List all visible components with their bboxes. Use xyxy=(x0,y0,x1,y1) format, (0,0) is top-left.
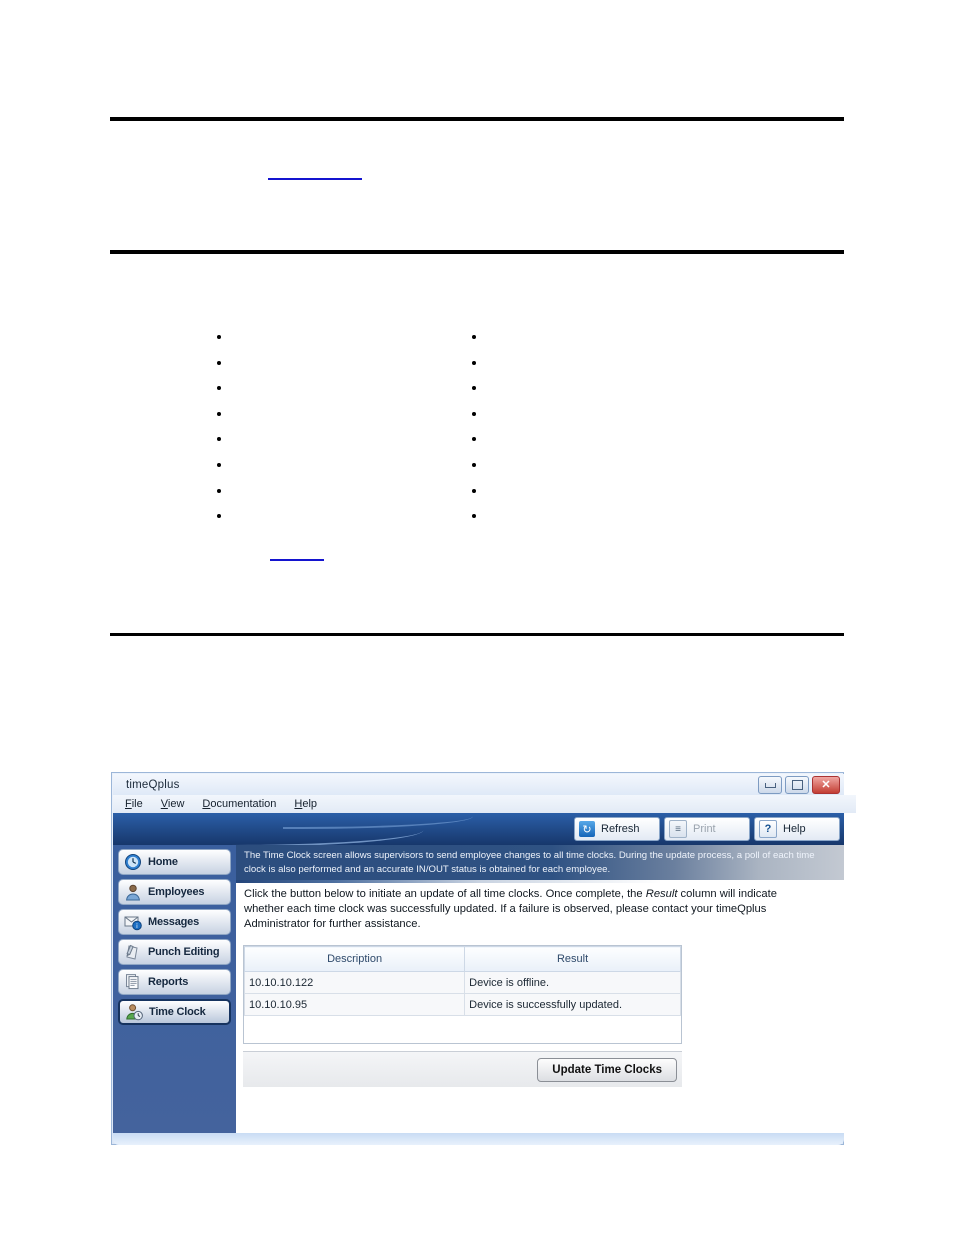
menu-label: ile xyxy=(131,798,143,810)
help-icon: ? xyxy=(759,820,777,838)
column-header-description[interactable]: Description xyxy=(243,946,466,972)
list-item xyxy=(232,431,236,446)
bullet-list-left xyxy=(218,329,236,534)
horizontal-rule-top xyxy=(110,117,844,121)
print-button[interactable]: ≡ Print xyxy=(664,817,750,841)
person-clock-icon xyxy=(125,1003,143,1021)
bullet-list-right xyxy=(473,329,491,534)
list-item xyxy=(232,508,236,523)
list-item xyxy=(487,431,491,446)
print-button-label: Print xyxy=(693,823,716,835)
menu-label: ocumentation xyxy=(210,798,277,810)
update-time-clocks-button[interactable]: Update Time Clocks xyxy=(537,1058,677,1082)
description-banner-text: The Time Clock screen allows supervisors… xyxy=(244,850,815,875)
window-controls: ✕ xyxy=(758,776,840,794)
instructions: Click the button below to initiate an up… xyxy=(244,887,784,932)
sidebar-item-punch-editing[interactable]: Punch Editing xyxy=(118,939,231,965)
time-clock-table: Description Result 10.10.10.122 Device i… xyxy=(243,946,681,1016)
menu-label: iew xyxy=(167,798,185,810)
menu-item-view[interactable]: View xyxy=(161,798,185,810)
window-title: timeQplus xyxy=(126,778,180,791)
sidebar-item-label: Home xyxy=(148,856,178,868)
band-swoosh-decoration-secondary xyxy=(283,815,473,829)
list-item xyxy=(232,380,236,395)
sidebar-item-employees[interactable]: Employees xyxy=(118,879,231,905)
envelope-info-icon: i xyxy=(124,913,142,931)
title-bar: timeQplus ✕ xyxy=(113,774,844,795)
refresh-icon: ↻ xyxy=(579,821,595,837)
instructions-emphasis: Result xyxy=(645,888,678,900)
refresh-button-label: Refresh xyxy=(601,823,640,835)
document-icon xyxy=(124,973,142,991)
pen-paper-icon xyxy=(124,943,142,961)
menu-item-file[interactable]: File xyxy=(125,798,143,810)
document-link-bottom[interactable] xyxy=(270,546,324,561)
banner-underline xyxy=(236,880,844,883)
menu-mnemonic: V xyxy=(160,798,168,810)
horizontal-rule-bottom xyxy=(110,633,844,636)
cell-result: Device is offline. xyxy=(464,971,681,994)
help-button-label: Help xyxy=(783,823,806,835)
close-button[interactable]: ✕ xyxy=(812,776,840,794)
list-item xyxy=(232,457,236,472)
maximize-button[interactable] xyxy=(785,776,809,794)
column-header-result[interactable]: Result xyxy=(464,946,681,972)
sidebar-item-reports[interactable]: Reports xyxy=(118,969,231,995)
cell-description: 10.10.10.122 xyxy=(243,971,466,994)
menu-item-documentation[interactable]: Documentation xyxy=(202,798,276,810)
description-banner: The Time Clock screen allows supervisors… xyxy=(236,845,844,880)
sidebar-item-label: Reports xyxy=(148,976,189,988)
list-item xyxy=(487,406,491,421)
cell-description: 10.10.10.95 xyxy=(243,993,466,1016)
sidebar-item-label: Messages xyxy=(148,916,199,928)
person-icon xyxy=(124,883,142,901)
menu-bar: File View Documentation Help xyxy=(113,795,856,813)
sidebar-item-home[interactable]: Home xyxy=(118,849,231,875)
list-item xyxy=(487,457,491,472)
toolbar: ↻ Refresh ≡ Print ? Help xyxy=(574,817,840,841)
list-item xyxy=(487,380,491,395)
sidebar-item-label: Punch Editing xyxy=(148,946,220,958)
list-item xyxy=(232,329,236,344)
window-frame: timeQplus ✕ File View Documentation Help… xyxy=(111,772,856,1145)
table-row[interactable]: 10.10.10.122 Device is offline. xyxy=(243,971,681,994)
horizontal-rule-middle xyxy=(110,250,844,254)
cell-result: Device is successfully updated. xyxy=(464,993,681,1016)
table-header-row: Description Result xyxy=(243,946,681,972)
list-item xyxy=(487,483,491,498)
list-item xyxy=(232,483,236,498)
menu-label: elp xyxy=(302,798,318,810)
sidebar-item-label: Time Clock xyxy=(149,1006,206,1018)
clock-icon xyxy=(124,853,142,871)
document-link-top[interactable] xyxy=(268,165,362,180)
button-bar: Update Time Clocks xyxy=(243,1051,682,1087)
list-item xyxy=(487,355,491,370)
menu-mnemonic: F xyxy=(125,798,132,810)
main-content: The Time Clock screen allows supervisors… xyxy=(236,845,844,1133)
table-row[interactable]: 10.10.10.95 Device is successfully updat… xyxy=(243,993,681,1016)
header-band: ↻ Refresh ≡ Print ? Help xyxy=(113,813,844,845)
help-button[interactable]: ? Help xyxy=(754,817,840,841)
list-item xyxy=(487,508,491,523)
minimize-button[interactable] xyxy=(758,776,782,794)
sidebar-item-messages[interactable]: i Messages xyxy=(118,909,231,935)
refresh-button[interactable]: ↻ Refresh xyxy=(574,817,660,841)
menu-item-help[interactable]: Help xyxy=(294,798,317,810)
time-clock-table-container[interactable]: Description Result 10.10.10.122 Device i… xyxy=(243,945,682,1044)
sidebar-item-label: Employees xyxy=(148,886,205,898)
sidebar: Home Employees i Messages Punch Editing xyxy=(113,845,236,1133)
application-window: timeQplus ✕ File View Documentation Help… xyxy=(111,772,856,1145)
list-item xyxy=(232,355,236,370)
print-icon: ≡ xyxy=(669,820,687,838)
sidebar-item-time-clock[interactable]: Time Clock xyxy=(118,999,231,1025)
window-footer xyxy=(113,1133,844,1145)
close-icon: ✕ xyxy=(821,778,831,791)
list-item xyxy=(487,329,491,344)
instructions-text-part1: Click the button below to initiate an up… xyxy=(244,888,646,900)
list-item xyxy=(232,406,236,421)
